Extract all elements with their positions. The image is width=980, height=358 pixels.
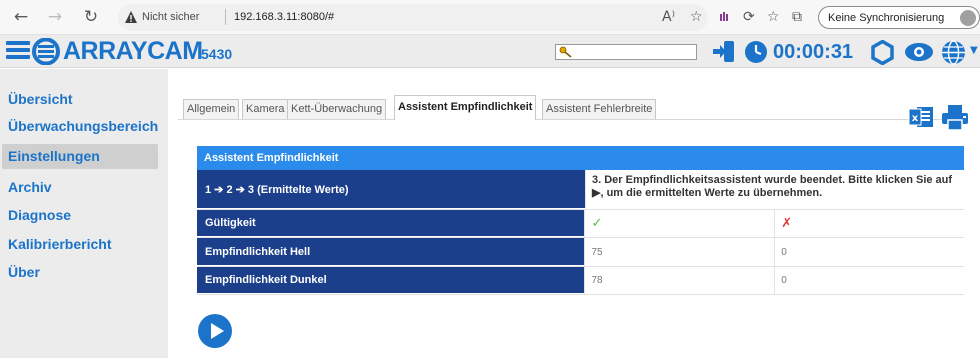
sidebar-item-kalibrierbericht[interactable]: Kalibrierbericht bbox=[2, 232, 158, 257]
tab-kamera[interactable]: Kamera bbox=[242, 99, 289, 119]
sidebar-item-ueber[interactable]: Über bbox=[2, 260, 158, 285]
value-cell: 75 bbox=[584, 238, 775, 266]
play-icon bbox=[211, 323, 224, 339]
gear-icon[interactable] bbox=[870, 40, 895, 65]
value-cell: 0 bbox=[774, 238, 964, 266]
tab-assistent-fehlerbreite[interactable]: Assistent Fehlerbreite bbox=[542, 99, 657, 119]
eye-icon[interactable] bbox=[904, 42, 934, 62]
profile-avatar bbox=[960, 10, 976, 26]
address-bar[interactable] bbox=[118, 4, 708, 31]
brand-name: ARRAYCAM bbox=[63, 37, 203, 65]
row-label: Empfindlichkeit Dunkel bbox=[197, 267, 585, 294]
excel-export-icon[interactable]: x bbox=[908, 104, 934, 130]
table-row: Gültigkeit ✓ ✗ bbox=[197, 210, 964, 238]
apply-play-button[interactable] bbox=[198, 314, 232, 348]
back-arrow-icon[interactable]: ← bbox=[10, 6, 32, 28]
invalid-cross-icon: ✗ bbox=[774, 210, 964, 237]
sidebar-item-archiv[interactable]: Archiv bbox=[2, 175, 158, 200]
url-text[interactable]: 192.168.3.11:8080/# bbox=[234, 11, 334, 23]
wizard-title: Assistent Empfindlichkeit bbox=[197, 146, 964, 170]
wizard-table: Assistent Empfindlichkeit 1 ➔ 2 ➔ 3 (Erm… bbox=[197, 146, 964, 295]
read-aloud-icon[interactable]: A⁾ bbox=[662, 9, 675, 25]
address-separator bbox=[225, 9, 226, 25]
add-favorite-icon[interactable]: ☆ bbox=[690, 9, 703, 25]
value-cell: 78 bbox=[584, 267, 775, 294]
wizard-message: 3. Der Empfindlichkeitsassistent wurde b… bbox=[585, 170, 964, 209]
sync-button[interactable]: Keine Synchronisierung bbox=[818, 6, 980, 29]
tab-kett-ueberwachung[interactable]: Kett-Überwachung bbox=[287, 99, 387, 119]
row-label: Gültigkeit bbox=[197, 210, 585, 237]
browser-toolbar: ← → ↻ Nicht sicher 192.168.3.11:8080/# A… bbox=[0, 0, 980, 35]
login-icon[interactable] bbox=[712, 39, 736, 64]
warning-triangle-icon[interactable] bbox=[124, 10, 138, 24]
sidebar-item-ueberwachungsbereich[interactable]: Überwachungsbereich bbox=[2, 114, 158, 139]
clock-icon[interactable] bbox=[744, 40, 768, 64]
key-icon bbox=[559, 46, 572, 58]
row-label: Empfindlichkeit Hell bbox=[197, 238, 585, 266]
table-row: Empfindlichkeit Hell 75 0 bbox=[197, 238, 964, 267]
table-row: 1 ➔ 2 ➔ 3 (Ermittelte Werte) 3. Der Empf… bbox=[197, 170, 964, 210]
forward-arrow-icon[interactable]: → bbox=[44, 6, 66, 28]
timer-display: 00:00:31 bbox=[773, 41, 854, 63]
extension-icon[interactable] bbox=[719, 11, 729, 22]
globe-icon[interactable] bbox=[941, 40, 966, 65]
sidebar-item-diagnose[interactable]: Diagnose bbox=[2, 203, 158, 228]
tab-assistent-empfindlichkeit[interactable]: Assistent Empfindlichkeit bbox=[394, 95, 537, 120]
sidebar: Übersicht Überwachungsbereich Einstellun… bbox=[0, 69, 168, 358]
favorites-icon[interactable]: ☆ bbox=[767, 9, 780, 25]
model-number: 5430 bbox=[201, 46, 233, 62]
refresh-extension-icon[interactable]: ⟳ bbox=[743, 9, 755, 25]
menu-icon[interactable] bbox=[6, 41, 30, 60]
valid-check-icon: ✓ bbox=[584, 210, 775, 237]
collections-icon[interactable]: ⧉ bbox=[792, 9, 802, 25]
print-icon[interactable] bbox=[941, 104, 969, 131]
security-label: Nicht sicher bbox=[142, 11, 200, 23]
chevron-down-icon[interactable]: ▼ bbox=[970, 45, 978, 56]
reload-icon[interactable]: ↻ bbox=[80, 6, 102, 28]
tab-baseline bbox=[178, 119, 968, 120]
steps-label: 1 ➔ 2 ➔ 3 (Ermittelte Werte) bbox=[197, 170, 585, 209]
sync-label: Keine Synchronisierung bbox=[828, 12, 945, 24]
value-cell: 0 bbox=[774, 267, 964, 294]
app-header: ARRAYCAM 5430 00:00:31 ▼ bbox=[0, 35, 980, 68]
table-row: Empfindlichkeit Dunkel 78 0 bbox=[197, 267, 964, 295]
tab-allgemein[interactable]: Allgemein bbox=[183, 99, 240, 119]
key-input[interactable] bbox=[555, 44, 697, 60]
sidebar-item-einstellungen[interactable]: Einstellungen bbox=[2, 144, 158, 169]
arraycam-logo-icon bbox=[32, 38, 60, 65]
sidebar-item-uebersicht[interactable]: Übersicht bbox=[2, 87, 158, 112]
svg-text:x: x bbox=[912, 113, 919, 124]
